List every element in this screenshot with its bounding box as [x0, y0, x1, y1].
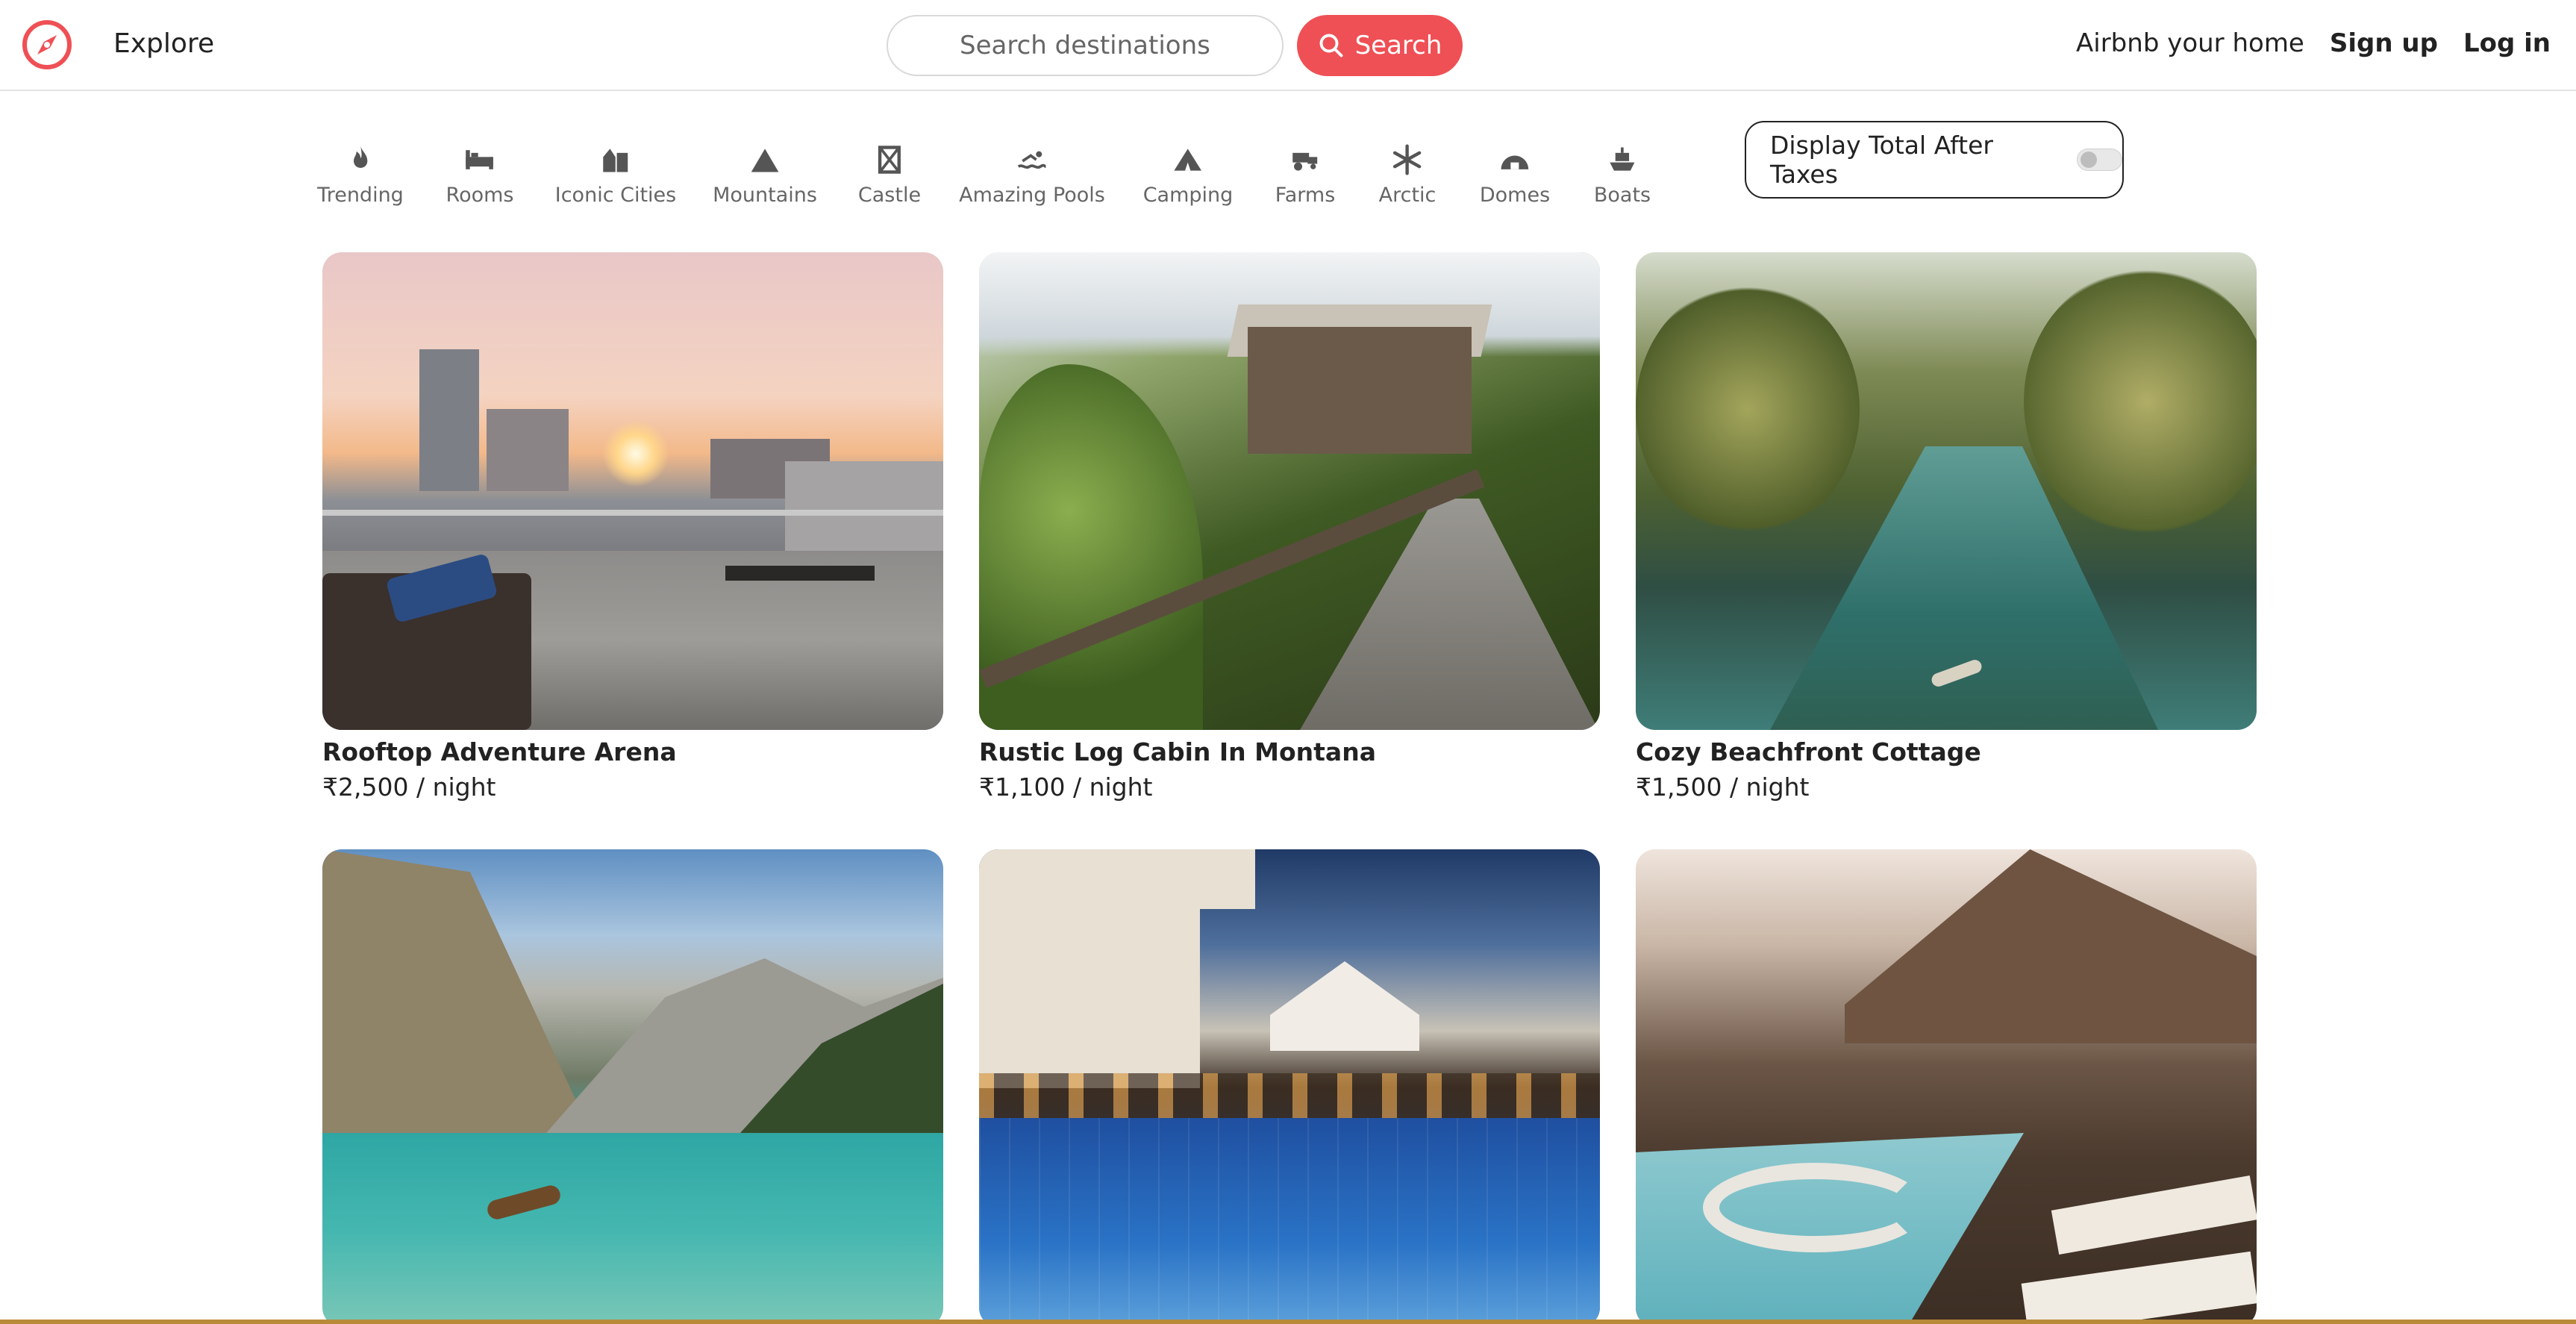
category-label: Rooms [446, 184, 514, 207]
listing-card[interactable]: Cozy Beachfront Cottage ₹1,500 / night [1636, 252, 2257, 802]
listing-photo[interactable] [979, 849, 1600, 1320]
search-button-label: Search [1354, 31, 1442, 60]
listing-photo[interactable] [322, 252, 943, 730]
tax-toggle-switch[interactable] [2077, 149, 2122, 171]
nav-links: Airbnb your home Sign up Log in [2076, 28, 2551, 58]
swimmer-icon [1016, 143, 1048, 176]
listing-price: ₹1,500 / night [1636, 772, 1810, 802]
navbar: Explore Search Airbnb your home Sign up … [0, 0, 2576, 91]
category-filters: Trending Rooms Iconic Cities Mountains C… [0, 91, 2576, 225]
listing-card[interactable] [322, 849, 943, 1320]
category-camping[interactable]: Camping [1142, 143, 1234, 207]
tractor-icon [1289, 143, 1322, 176]
listing-title[interactable]: Rustic Log Cabin In Montana [979, 737, 1600, 766]
login-link[interactable]: Log in [2463, 28, 2551, 58]
listing-photo[interactable] [979, 252, 1600, 730]
category-mountains[interactable]: Mountains [713, 143, 817, 207]
listing-card[interactable]: Rooftop Adventure Arena ₹2,500 / night [322, 252, 943, 802]
snowflake-icon [1391, 143, 1424, 176]
tax-toggle-label: Display Total After Taxes [1770, 131, 1993, 189]
listing-card[interactable] [1636, 849, 2257, 1320]
category-label: Iconic Cities [554, 184, 677, 207]
listing-price: ₹2,500 / night [322, 772, 496, 802]
city-icon [599, 143, 632, 176]
listing-card[interactable]: Rustic Log Cabin In Montana ₹1,100 / nig… [979, 252, 1600, 802]
category-label: Amazing Pools [959, 184, 1105, 207]
mountain-icon [748, 143, 781, 176]
tax-toggle[interactable]: Display Total After Taxes [1745, 121, 2124, 199]
category-label: Castle [857, 184, 922, 207]
category-trending[interactable]: Trending [317, 143, 404, 207]
category-farms[interactable]: Farms [1275, 143, 1336, 207]
category-label: Trending [317, 184, 404, 207]
category-castle[interactable]: Castle [858, 143, 921, 207]
explore-link[interactable]: Explore [113, 28, 214, 59]
category-label: Boats [1593, 184, 1651, 207]
listing-photo[interactable] [1636, 849, 2257, 1320]
castle-icon [873, 143, 906, 176]
ship-icon [1606, 143, 1639, 176]
category-label: Mountains [713, 184, 817, 207]
bed-icon [463, 143, 496, 176]
host-link[interactable]: Airbnb your home [2076, 28, 2304, 58]
category-iconic-cities[interactable]: Iconic Cities [554, 143, 677, 207]
toggle-knob [2081, 152, 2098, 168]
flame-icon [344, 143, 377, 176]
tent-icon [1172, 143, 1204, 176]
compass-icon[interactable] [21, 19, 73, 71]
category-arctic[interactable]: Arctic [1378, 143, 1437, 207]
category-boats[interactable]: Boats [1594, 143, 1651, 207]
listing-title[interactable]: Cozy Beachfront Cottage [1636, 737, 2257, 766]
igloo-icon [1498, 143, 1531, 176]
search-icon [1319, 34, 1343, 57]
category-rooms[interactable]: Rooms [446, 143, 514, 207]
category-label: Arctic [1378, 184, 1437, 207]
search-input[interactable] [887, 15, 1284, 76]
search-button[interactable]: Search [1297, 15, 1463, 76]
listing-price: ₹1,100 / night [979, 772, 1153, 802]
category-label: Domes [1479, 184, 1551, 207]
listing-title[interactable]: Rooftop Adventure Arena [322, 737, 943, 766]
page: Explore Search Airbnb your home Sign up … [0, 0, 2576, 1324]
category-domes[interactable]: Domes [1480, 143, 1550, 207]
category-label: Farms [1275, 184, 1336, 207]
category-label: Camping [1142, 184, 1234, 207]
listing-photo[interactable] [1636, 252, 2257, 730]
category-amazing-pools[interactable]: Amazing Pools [959, 143, 1105, 207]
signup-link[interactable]: Sign up [2330, 28, 2438, 58]
listing-card[interactable] [979, 849, 1600, 1320]
listing-photo[interactable] [322, 849, 943, 1320]
